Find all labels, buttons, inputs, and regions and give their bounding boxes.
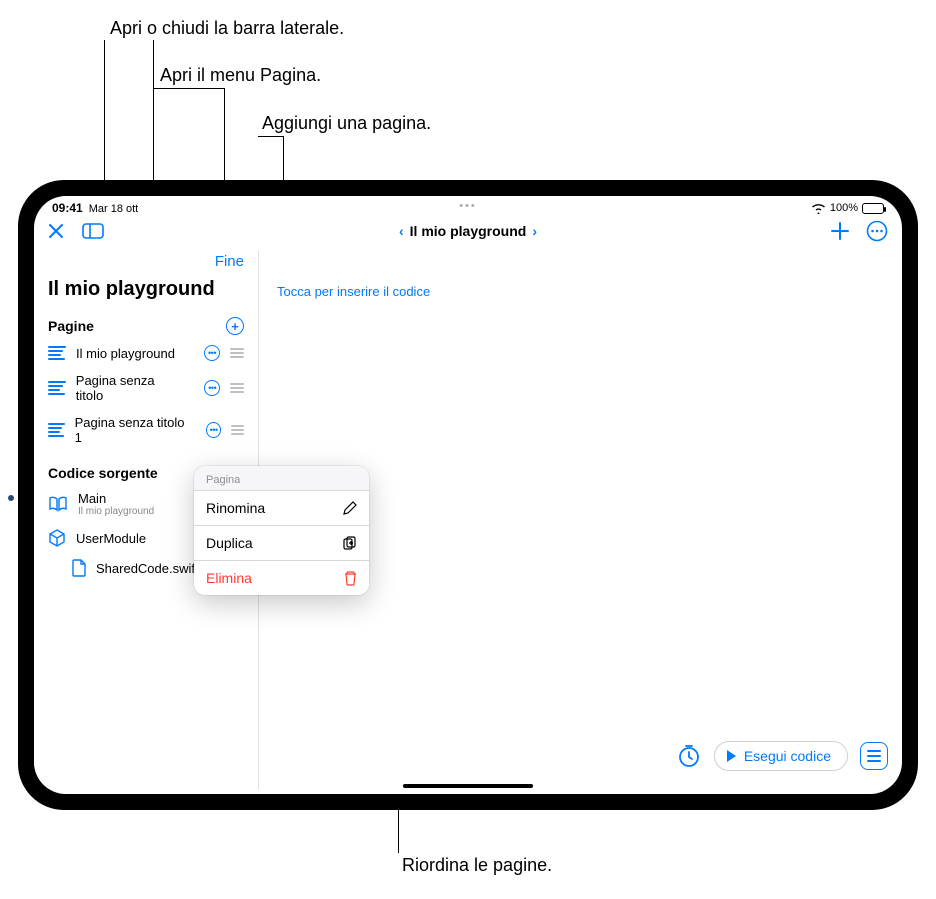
page-menu-button[interactable]: ••• [206,422,221,438]
forward-chevron-icon[interactable]: › [532,223,537,239]
book-icon [48,496,68,512]
home-indicator[interactable] [403,784,533,788]
callout-open-page-menu: Apri il menu Pagina. [160,65,321,86]
page-label: Pagina senza titolo 1 [75,415,187,445]
back-chevron-icon[interactable]: ‹ [399,223,404,239]
add-page-button[interactable]: + [226,317,244,335]
wifi-icon [811,203,826,214]
ipad-screen: ••• 09:41 Mar 18 ott 100% [34,196,902,794]
page-icon [48,423,65,437]
page-menu-button[interactable]: ••• [204,345,220,361]
context-menu-duplicate-label: Duplica [206,535,253,551]
run-code-button[interactable]: Esegui codice [714,741,848,771]
toolbar: ‹ Il mio playground › [34,215,902,251]
callout-line [258,136,283,137]
timer-icon[interactable] [676,743,702,769]
page-icon [48,381,66,395]
status-time: 09:41 [52,201,83,215]
callout-add-page: Aggiungi una pagina. [262,113,431,134]
page-row[interactable]: Pagina senza titolo 1 ••• [34,409,258,451]
close-icon[interactable] [48,223,64,239]
document-title[interactable]: Il mio playground [410,223,527,239]
ipad-frame: ••• 09:41 Mar 18 ott 100% [18,180,918,810]
source-file-label: SharedCode.swift [96,561,199,576]
done-button[interactable]: Fine [215,253,244,270]
battery-icon [862,203,884,214]
source-main-sub: Il mio playground [78,506,154,517]
callout-line [153,88,224,89]
run-code-label: Esegui codice [744,748,831,764]
source-section-header: Codice sorgente [48,465,158,481]
drag-handle-icon[interactable] [230,383,244,393]
battery-percent: 100% [830,202,858,214]
page-label: Il mio playground [76,346,175,361]
page-row[interactable]: Il mio playground ••• [34,339,258,367]
context-menu-delete-label: Elimina [206,570,252,586]
callout-sidebar-toggle: Apri o chiudi la barra laterale. [110,18,344,39]
sidebar-title: Il mio playground [34,278,258,311]
page-menu-button[interactable]: ••• [204,380,220,396]
page-icon [48,346,66,360]
add-icon[interactable] [830,221,850,241]
page-label: Pagina senza titolo [76,373,185,403]
drag-handle-icon[interactable] [231,425,244,435]
callout-reorder-pages: Riordina le pagine. [402,855,552,876]
code-editor[interactable]: Tocca per inserire il codice Esegui codi… [259,251,902,789]
page-row[interactable]: Pagina senza titolo ••• [34,367,258,409]
drag-handle-icon[interactable] [230,348,244,358]
sidebar: Fine Il mio playground Pagine + Il mio p… [34,251,259,789]
source-main-label: Main [78,491,154,506]
more-icon[interactable] [866,220,888,242]
editor-placeholder[interactable]: Tocca per inserire il codice [277,284,430,299]
source-module-label: UserModule [76,531,146,546]
multitask-dots-icon[interactable]: ••• [459,200,477,212]
results-panel-icon[interactable] [860,742,888,770]
camera-dot [8,495,14,501]
sidebar-toggle-icon[interactable] [82,223,104,239]
status-date: Mar 18 ott [89,203,139,215]
pages-section-header: Pagine [48,318,94,334]
play-icon [727,750,736,762]
box-icon [48,529,66,547]
context-menu-rename-label: Rinomina [206,500,265,516]
file-icon [72,559,86,577]
